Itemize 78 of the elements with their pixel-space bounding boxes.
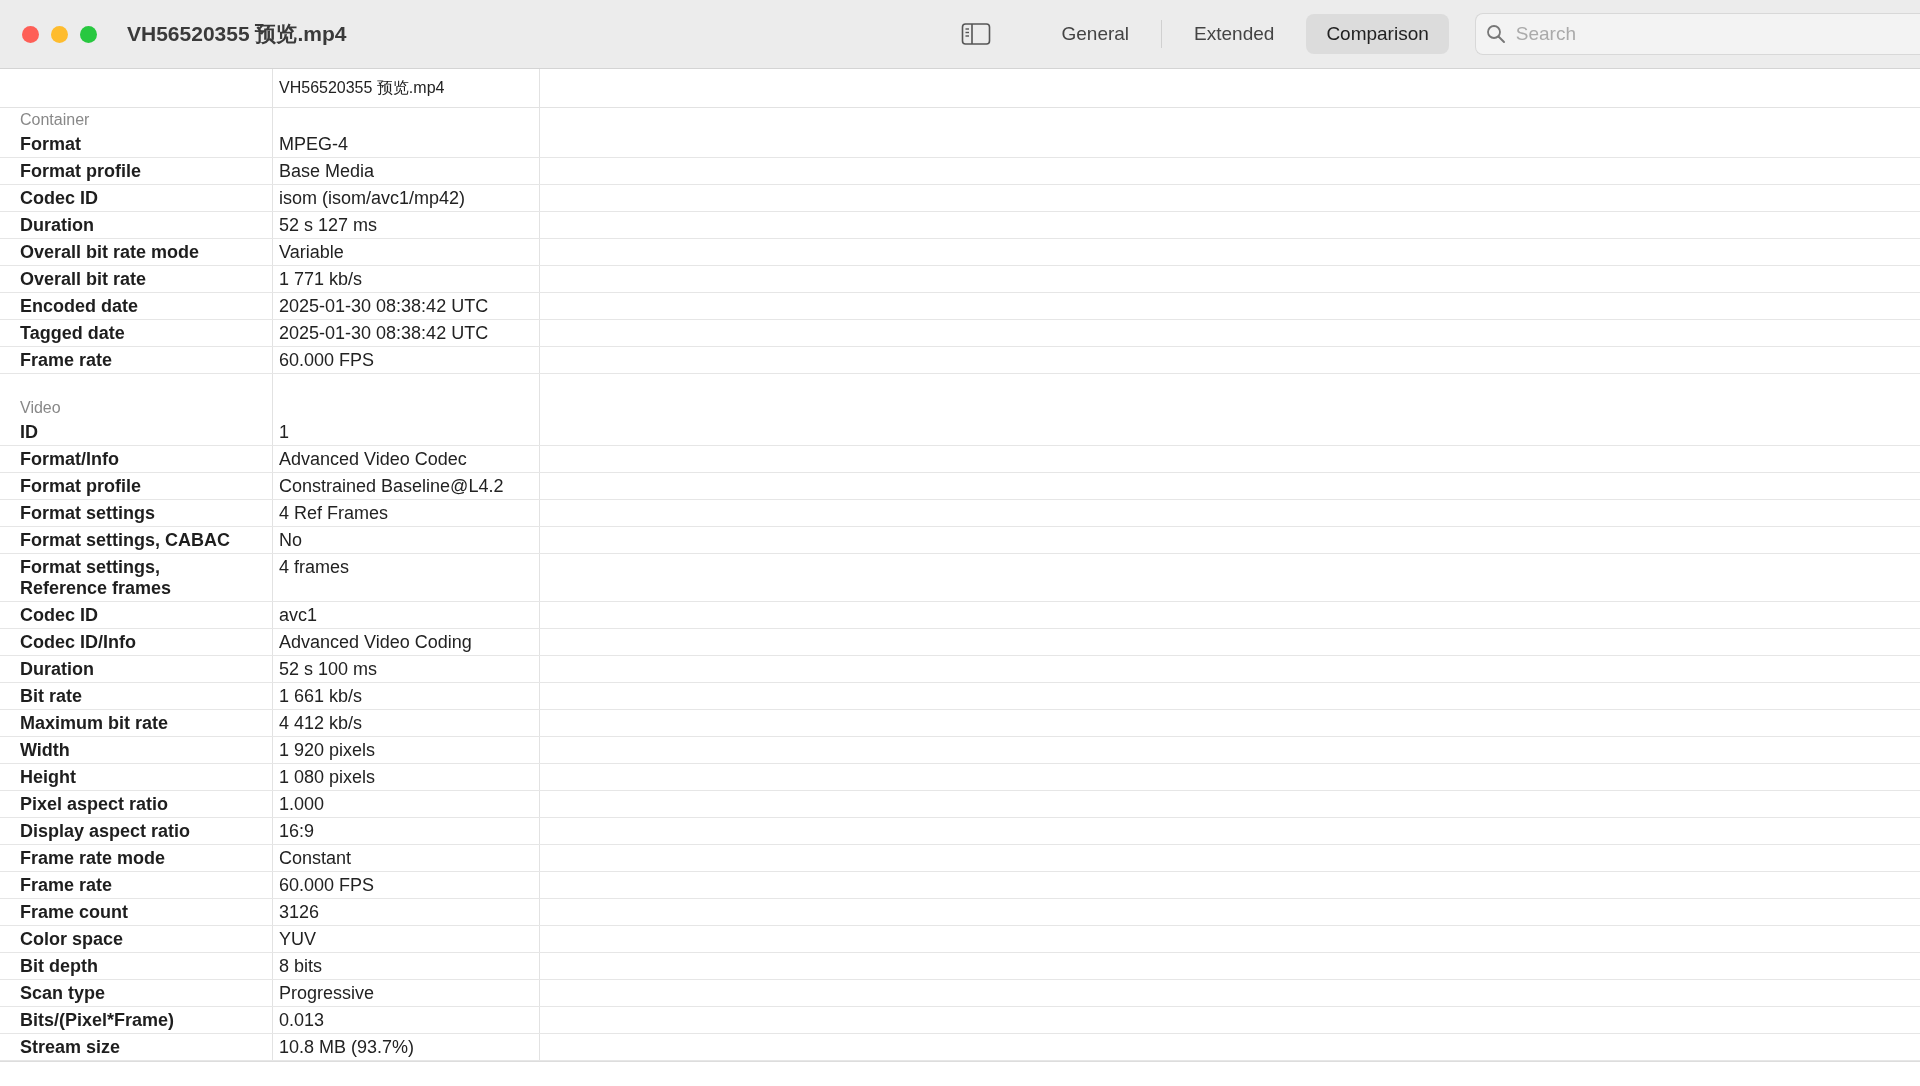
tab[interactable]: Comparison <box>1306 14 1449 54</box>
field-label: Frame rate <box>20 350 114 371</box>
tab[interactable]: Extended <box>1174 14 1295 54</box>
field-value: 3126 <box>279 902 320 922</box>
field-value: Constrained Baseline@L4.2 <box>279 476 504 496</box>
field-value: YUV <box>279 929 316 949</box>
field-label: Frame rate mode <box>20 848 167 869</box>
field-label: Format settings <box>20 503 157 524</box>
field-label: Format profile <box>20 476 142 497</box>
search-field[interactable]: Search <box>1474 13 1920 55</box>
field-value: 4 frames <box>279 557 350 577</box>
field-label: Scan type <box>20 983 107 1004</box>
field-value: 2025-01-30 08:38:42 UTC <box>279 323 489 343</box>
field-label: Tagged date <box>20 323 126 344</box>
section-title: Container <box>20 111 90 128</box>
field-value: 10.8 MB (93.7%) <box>279 1037 415 1057</box>
field-label: Format profile <box>20 161 142 182</box>
field-label: Format settings, CABAC <box>20 530 231 551</box>
column-header: VH56520355 预览.mp4 <box>273 69 540 107</box>
window-title: VH56520355 预览.mp4 <box>127 21 347 47</box>
field-value: 52 s 100 ms <box>279 659 378 679</box>
search-icon <box>1485 24 1506 44</box>
field-label: Width <box>20 740 71 761</box>
section-title: Video <box>20 399 61 416</box>
sidebar-toggle-icon[interactable] <box>961 22 992 46</box>
field-value: 60.000 FPS <box>279 350 375 370</box>
field-label: Bit rate <box>20 686 83 707</box>
close-button[interactable] <box>22 25 39 43</box>
field-label: Maximum bit rate <box>20 713 170 734</box>
field-value: Advanced Video Codec <box>279 449 467 469</box>
field-value: 16:9 <box>279 821 315 841</box>
field-value: No <box>279 530 302 550</box>
field-label: Frame rate <box>20 875 114 896</box>
field-value: 1 661 kb/s <box>279 686 363 706</box>
field-value: 4 412 kb/s <box>279 713 363 733</box>
field-value: 1 <box>279 422 289 442</box>
field-label: Overall bit rate <box>20 269 148 290</box>
field-label: Format <box>20 134 82 155</box>
field-value: 4 Ref Frames <box>279 503 389 523</box>
field-value: isom (isom/avc1/mp42) <box>279 188 466 208</box>
field-label: Codec ID <box>20 605 99 626</box>
field-label: Overall bit rate mode <box>20 242 201 263</box>
field-label: Encoded date <box>20 296 140 317</box>
field-label: Codec ID/Info <box>20 632 137 653</box>
field-label: Bits/(Pixel*Frame) <box>20 1010 176 1031</box>
field-value: 52 s 127 ms <box>279 215 378 235</box>
field-label: Color space <box>20 929 125 950</box>
field-label: Duration <box>20 215 95 236</box>
field-label: Pixel aspect ratio <box>20 794 170 815</box>
field-value: Base Media <box>279 161 375 181</box>
field-value: 1 920 pixels <box>279 740 376 760</box>
tab[interactable]: General <box>1041 14 1150 54</box>
field-value: avc1 <box>279 605 318 625</box>
field-value: Constant <box>279 848 352 868</box>
field-value: Advanced Video Coding <box>279 632 472 652</box>
zoom-button[interactable] <box>80 25 97 43</box>
field-label: Stream size <box>20 1037 122 1058</box>
field-label: Height <box>20 767 77 788</box>
search-input[interactable]: Search <box>1513 22 1920 46</box>
field-value: 60.000 FPS <box>279 875 375 895</box>
field-value: 1 080 pixels <box>279 767 376 787</box>
field-value: Variable <box>279 242 344 262</box>
field-label: Bit depth <box>20 956 99 977</box>
field-value: 1.000 <box>279 794 325 814</box>
field-value: 0.013 <box>279 1010 325 1030</box>
field-value: Progressive <box>279 983 375 1003</box>
minimize-button[interactable] <box>51 25 68 43</box>
field-label: Format settings, Reference frames <box>20 557 173 599</box>
field-label: Frame count <box>20 902 130 923</box>
field-value: 1 771 kb/s <box>279 269 363 289</box>
field-label: ID <box>20 422 39 443</box>
field-value: 8 bits <box>279 956 323 976</box>
field-label: Duration <box>20 659 95 680</box>
field-value: 2025-01-30 08:38:42 UTC <box>279 296 489 316</box>
field-label: Codec ID <box>20 188 99 209</box>
field-label: Format/Info <box>20 449 120 470</box>
field-label: Display aspect ratio <box>20 821 192 842</box>
field-value: MPEG-4 <box>279 134 348 154</box>
